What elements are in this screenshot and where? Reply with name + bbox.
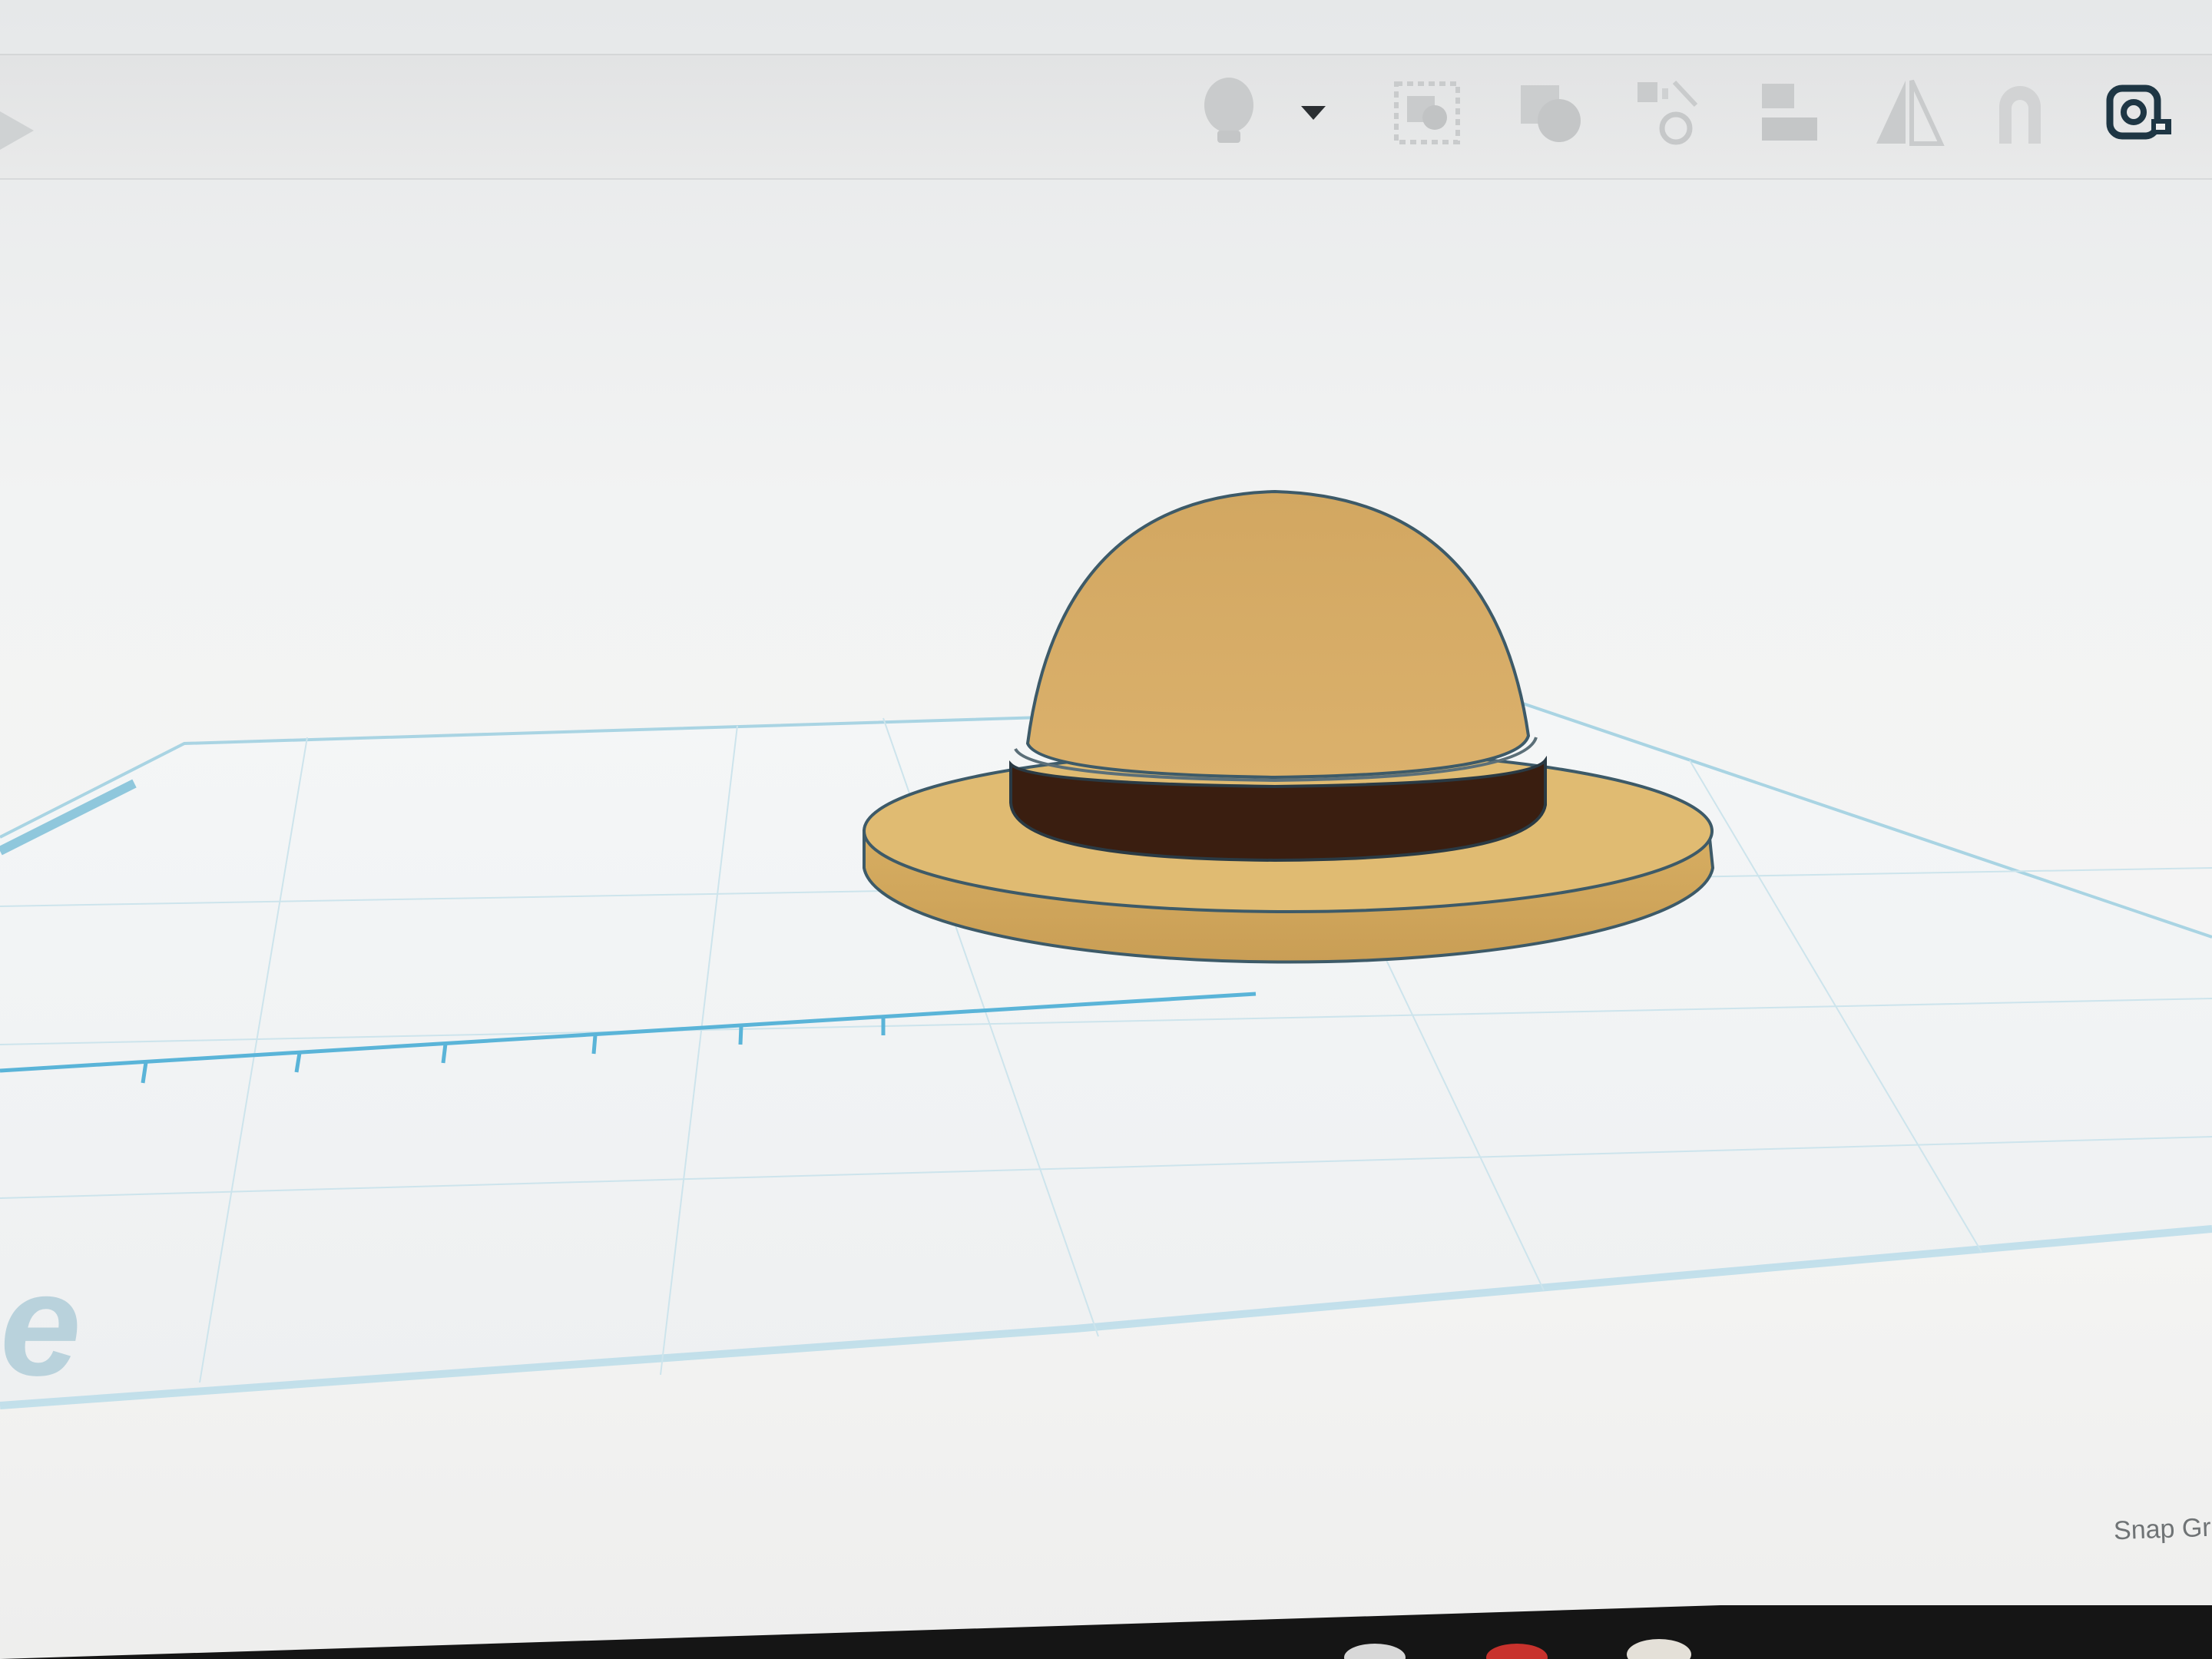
tinkercad-editor: e Snap Gr (0, 0, 2212, 1659)
snap-grid-label[interactable]: Snap Gr (2113, 1513, 2211, 1546)
watermark-letter: e (0, 1243, 81, 1406)
workplane[interactable] (0, 0, 2212, 1659)
taskbar (0, 1605, 2212, 1659)
hat-crown (1025, 489, 1531, 780)
